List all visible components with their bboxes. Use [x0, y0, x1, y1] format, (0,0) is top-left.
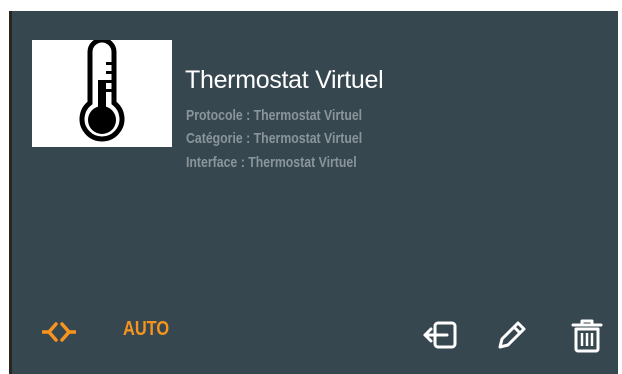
edit-pencil-icon — [498, 321, 526, 349]
thermometer-icon — [79, 40, 125, 142]
device-protocol: Protocole : Thermostat Virtuel — [186, 107, 363, 124]
device-category: Catégorie : Thermostat Virtuel — [186, 130, 363, 147]
trash-icon — [571, 319, 603, 353]
page-frame: Thermostat Virtuel Protocole : Thermosta… — [0, 0, 622, 374]
device-thumbnail — [32, 40, 172, 147]
edit-button[interactable] — [492, 315, 532, 355]
mode-label: AUTO — [123, 318, 170, 340]
delete-button[interactable] — [567, 315, 607, 355]
device-card: Thermostat Virtuel Protocole : Thermosta… — [9, 11, 618, 374]
export-icon — [423, 321, 457, 349]
device-title: Thermostat Virtuel — [185, 66, 384, 94]
export-button[interactable] — [422, 315, 462, 355]
device-interface: Interface : Thermostat Virtuel — [186, 154, 357, 171]
auto-mode-icon — [40, 321, 78, 348]
